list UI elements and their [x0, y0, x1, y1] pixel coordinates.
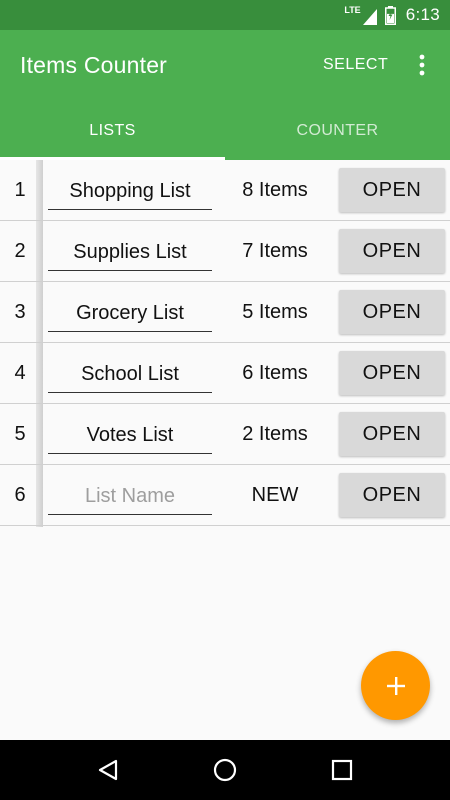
system-nav-bar	[0, 740, 450, 800]
item-count: 2 Items	[242, 422, 308, 445]
row-number: 3	[14, 300, 26, 323]
nav-back-button[interactable]	[93, 755, 123, 785]
open-button[interactable]: OPEN	[339, 229, 445, 273]
list-row: 2 7 Items OPEN	[0, 221, 450, 282]
list-name-input[interactable]	[48, 357, 212, 393]
app-title: Items Counter	[20, 52, 168, 78]
signal-icon	[362, 8, 377, 25]
recents-square-icon	[331, 759, 352, 781]
status-time: 6:13	[405, 5, 440, 24]
list-row: 5 2 Items OPEN	[0, 404, 450, 465]
row-number: 5	[14, 422, 26, 445]
app-bar: Items Counter SELECT LISTS COUNTER	[0, 30, 450, 160]
nav-recents-button[interactable]	[327, 755, 357, 785]
status-bar: LTE 6:13	[0, 0, 450, 30]
item-count: 8 Items	[242, 178, 308, 201]
list-row: 1 8 Items OPEN	[0, 160, 450, 221]
item-count: 6 Items	[242, 361, 308, 384]
network-type-label: LTE	[344, 4, 361, 15]
open-button[interactable]: OPEN	[339, 168, 445, 212]
item-count: 7 Items	[242, 239, 308, 262]
add-list-button[interactable]	[361, 651, 430, 720]
tab-counter[interactable]: COUNTER	[225, 102, 450, 160]
row-number: 1	[14, 178, 26, 201]
item-count: 5 Items	[242, 300, 308, 323]
plus-icon	[386, 676, 405, 695]
open-button[interactable]: OPEN	[339, 473, 445, 517]
row-number: 6	[14, 483, 26, 506]
list-name-input[interactable]	[48, 479, 212, 515]
list-name-input[interactable]	[48, 418, 212, 454]
home-circle-icon	[213, 758, 237, 782]
list-row: 6 NEW OPEN	[0, 465, 450, 526]
app-screen: LTE 6:13 Items Counter SELECT LISTS COUN	[0, 0, 450, 800]
row-number: 2	[14, 239, 26, 262]
list-row: 4 6 Items OPEN	[0, 343, 450, 404]
battery-icon	[384, 5, 396, 25]
tab-bar: LISTS COUNTER	[0, 102, 450, 160]
list-name-input[interactable]	[48, 174, 212, 210]
list-row: 3 5 Items OPEN	[0, 282, 450, 343]
select-button[interactable]: SELECT	[323, 56, 388, 74]
row-number: 4	[14, 361, 26, 384]
more-vert-icon[interactable]	[412, 52, 432, 80]
open-button[interactable]: OPEN	[339, 412, 445, 456]
nav-home-button[interactable]	[210, 755, 240, 785]
list-name-input[interactable]	[48, 235, 212, 271]
list-name-input[interactable]	[48, 296, 212, 332]
item-count: NEW	[251, 483, 299, 506]
toolbar: Items Counter SELECT	[0, 30, 450, 102]
open-button[interactable]: OPEN	[339, 290, 445, 334]
back-triangle-icon	[99, 759, 118, 781]
open-button[interactable]: OPEN	[339, 351, 445, 395]
tab-lists[interactable]: LISTS	[0, 102, 225, 160]
signal-indicator: LTE	[344, 4, 377, 25]
lists-table: 1 8 Items OPEN 2 7 Items OPEN 3 5 Items …	[0, 160, 450, 526]
